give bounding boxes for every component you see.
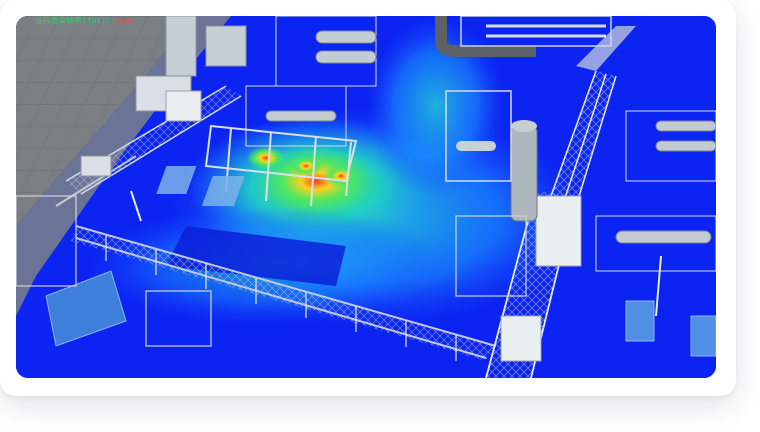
viewer-card: 当前渲染帧率(fps)： 209 (0, 0, 736, 396)
plant-heatmap-scene[interactable] (16, 16, 716, 378)
3d-viewport[interactable]: 当前渲染帧率(fps)： 209 (16, 16, 716, 378)
page: 当前渲染帧率(fps)： 209 (0, 0, 760, 432)
